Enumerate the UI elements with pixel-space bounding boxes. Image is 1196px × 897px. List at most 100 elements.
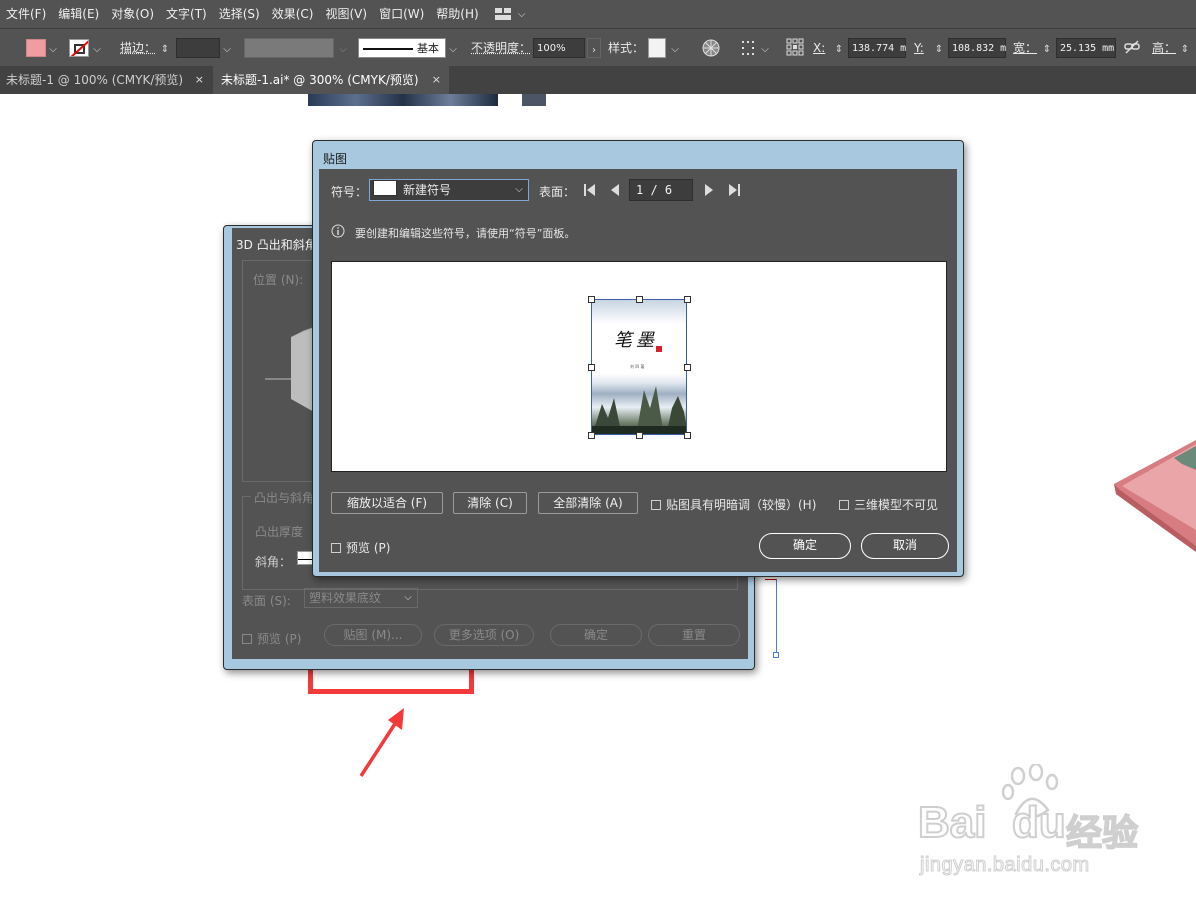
shade-artwork-checkbox[interactable]: 贴图具有明暗调（较慢）(H) — [651, 496, 816, 513]
stroke-stepper-icon[interactable]: ⇕ — [160, 38, 174, 58]
watermark-url: jingyan.baidu.com — [920, 854, 1090, 877]
cover-artwork[interactable]: 笔墨 刘 四 著 — [591, 299, 687, 435]
next-surface-icon[interactable] — [703, 183, 715, 197]
width-field[interactable]: 25.135 mm — [1056, 38, 1116, 58]
resize-handle-bl[interactable] — [588, 432, 595, 439]
y-stepper-icon[interactable]: ⇕ — [934, 38, 944, 58]
surface-select[interactable]: 塑料效果底纹 ⌵ — [304, 588, 418, 608]
map-preview-area[interactable]: 笔墨 刘 四 著 — [331, 261, 947, 472]
cancel-button[interactable]: 取消 — [861, 533, 949, 559]
first-surface-icon[interactable] — [583, 183, 597, 197]
extrude-depth-label: 凸出厚度 — [255, 525, 304, 539]
dialog-title: 3D 凸出和斜角 — [236, 238, 317, 252]
chevron-right-icon[interactable]: › — [587, 38, 601, 58]
clear-button[interactable]: 清除 (C) — [453, 492, 527, 514]
stroke-label: 描边： — [120, 41, 157, 55]
reference-point-icon[interactable] — [786, 38, 804, 58]
variable-width-profile[interactable] — [244, 38, 334, 58]
opacity-field[interactable]: 100% — [533, 38, 585, 58]
tab-document-300[interactable]: 未标题-1.ai* @ 300% (CMYK/预览) × — [213, 66, 449, 94]
extrude-group-label: 凸出与斜角 — [251, 489, 318, 506]
menu-bar: 文件(F) 编辑(E) 对象(O) 文字(T) 选择(S) 效果(C) 视图(V… — [0, 0, 1196, 28]
invisible-geometry-checkbox[interactable]: 三维模型不可见 — [839, 496, 938, 513]
close-icon[interactable]: × — [432, 66, 441, 94]
menu-edit[interactable]: 编辑(E) — [52, 0, 105, 28]
map-art-button[interactable]: 贴图 (M)... — [324, 624, 422, 646]
selection-handle[interactable] — [773, 652, 779, 658]
chevron-down-icon[interactable]: ⌵ — [338, 38, 348, 58]
symbol-select[interactable]: 新建符号 ⌵ — [369, 179, 529, 201]
x-field[interactable]: 138.774 m — [848, 38, 906, 58]
chevron-down-icon[interactable]: ⌵ — [670, 38, 680, 58]
resize-handle-mr[interactable] — [684, 364, 691, 371]
reset-button[interactable]: 重置 — [648, 624, 740, 646]
opacity-label: 不透明度： — [471, 41, 532, 55]
last-surface-icon[interactable] — [727, 183, 741, 197]
chevron-down-icon[interactable]: ⌵ — [48, 38, 58, 58]
menu-type[interactable]: 文字(T) — [160, 0, 213, 28]
height-stepper-icon[interactable]: ⇕ — [1180, 38, 1190, 58]
selection-bounding-edge — [765, 579, 777, 655]
recolor-artwork-icon[interactable] — [702, 39, 720, 59]
clear-all-button[interactable]: 全部清除 (A) — [538, 492, 638, 514]
bg-ok-button[interactable]: 确定 — [550, 624, 642, 646]
stroke-none-swatch[interactable] — [69, 39, 89, 57]
menu-help[interactable]: 帮助(H) — [430, 0, 484, 28]
baidu-watermark: Bai du 经验 jingyan.baidu.com — [917, 764, 1178, 884]
graphic-style-swatch[interactable] — [648, 38, 666, 58]
resize-handle-tr[interactable] — [684, 296, 691, 303]
stroke-style-field[interactable]: 基本 — [358, 38, 446, 58]
surface-value: 塑料效果底纹 — [309, 591, 382, 605]
y-field[interactable]: 108.832 m — [948, 38, 1006, 58]
chevron-down-icon[interactable]: ⌵ — [92, 38, 102, 58]
chevron-down-icon[interactable]: ⌵ — [448, 38, 458, 58]
control-bar: ⌵ ⌵ 描边： ⇕ ⌵ ⌵ 基本 ⌵ 不透明度： 100% › 样式： ⌵ ⌵ … — [0, 28, 1196, 66]
more-options-button[interactable]: 更多选项 (O) — [434, 624, 534, 646]
workspace-switcher[interactable]: ⌵ — [494, 8, 527, 20]
menu-select[interactable]: 选择(S) — [213, 0, 266, 28]
chevron-down-icon[interactable]: ⌵ — [760, 38, 770, 58]
close-icon[interactable]: × — [195, 66, 204, 94]
scale-to-fit-button[interactable]: 缩放以适合 (F) — [331, 492, 443, 514]
stroke-weight-field[interactable] — [176, 38, 220, 58]
tab-document-100[interactable]: 未标题-1 @ 100% (CMYK/预览) × — [0, 66, 212, 94]
surface-label: 表面： — [539, 185, 576, 199]
preview-checkbox[interactable]: 预览 (P) — [331, 539, 390, 556]
chevron-down-icon: ⌵ — [404, 592, 412, 603]
workspace-grid-icon — [494, 8, 511, 20]
chevron-down-icon: ⌵ — [515, 184, 523, 195]
chevron-down-icon[interactable]: ⌵ — [222, 38, 232, 58]
x-stepper-icon[interactable]: ⇕ — [834, 38, 844, 58]
menu-file[interactable]: 文件(F) — [0, 0, 52, 28]
3d-extruded-artwork — [1114, 440, 1196, 552]
dialog-map-art: 贴图 符号： 新建符号 ⌵ 表面： 1 / 6 要创建和编辑这些符号，请使用“符… — [312, 140, 964, 577]
constrain-proportions-icon[interactable] — [1124, 39, 1140, 59]
fill-color-swatch[interactable] — [26, 39, 46, 57]
width-stepper-icon[interactable]: ⇕ — [1042, 38, 1052, 58]
artwork-image-top — [308, 94, 498, 106]
menu-effect[interactable]: 效果(C) — [266, 0, 320, 28]
resize-handle-bc[interactable] — [636, 432, 643, 439]
menu-view[interactable]: 视图(V) — [319, 0, 373, 28]
bg-preview-checkbox[interactable]: 预览 (P) — [242, 630, 301, 647]
style-label: 样式： — [608, 41, 645, 55]
cover-mountains — [592, 386, 686, 434]
x-label: X: — [813, 41, 826, 55]
resize-handle-tl[interactable] — [588, 296, 595, 303]
watermark-brand-cn: 经验 — [1065, 812, 1139, 855]
menu-object[interactable]: 对象(O) — [105, 0, 160, 28]
symbol-value: 新建符号 — [403, 183, 452, 197]
resize-handle-br[interactable] — [684, 432, 691, 439]
align-icon[interactable] — [742, 39, 758, 59]
surface-page-field[interactable]: 1 / 6 — [629, 179, 693, 201]
tab-label: 未标题-1.ai* @ 300% (CMYK/预览) — [221, 73, 419, 87]
resize-handle-ml[interactable] — [588, 364, 595, 371]
height-label: 高： — [1152, 41, 1177, 55]
dialog-title: 贴图 — [323, 152, 348, 166]
chevron-down-icon: ⌵ — [517, 8, 526, 20]
resize-handle-tc[interactable] — [636, 296, 643, 303]
info-text: 要创建和编辑这些符号，请使用“符号”面板。 — [355, 227, 576, 240]
previous-surface-icon[interactable] — [609, 183, 621, 197]
menu-window[interactable]: 窗口(W) — [373, 0, 430, 28]
ok-button[interactable]: 确定 — [759, 533, 851, 559]
